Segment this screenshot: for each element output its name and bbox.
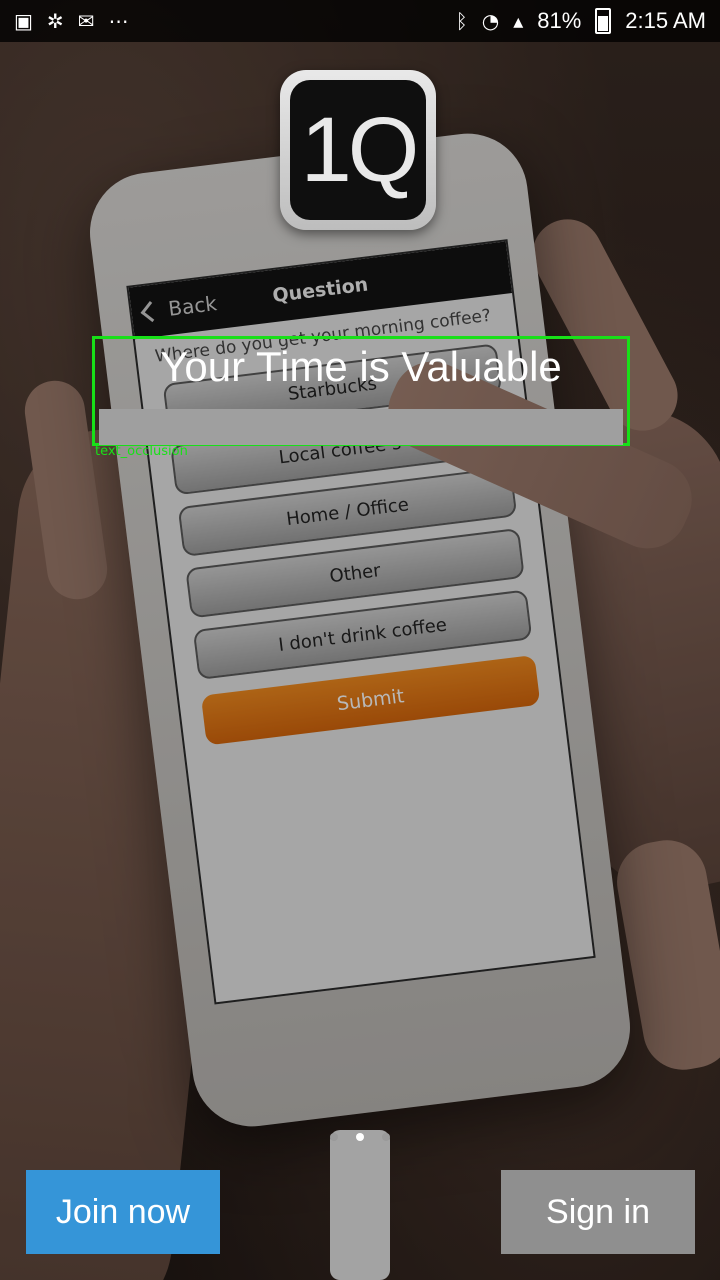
more-dots-icon: ⋯ (108, 9, 129, 33)
app-logo: 1Q (280, 70, 436, 230)
battery-percent: 81% (537, 8, 582, 33)
sign-in-button[interactable]: Sign in (501, 1170, 695, 1254)
logo-text: 1Q (290, 80, 426, 220)
image-icon: ▣ (14, 9, 33, 33)
text-occlusion-block (99, 409, 623, 445)
page-title: Your Time is Valuable (160, 343, 562, 390)
status-bar: ▣ ✲ ✉ ⋯ ᛒ ◔ ▴ 81% 2:15 AM (0, 0, 720, 42)
clock: 2:15 AM (625, 8, 706, 33)
page-dot[interactable] (382, 1133, 390, 1141)
gmail-icon: ✉ (77, 9, 95, 33)
status-left: ▣ ✲ ✉ ⋯ (14, 9, 128, 33)
status-right: ᛒ ◔ ▴ 81% 2:15 AM (456, 8, 706, 34)
fan-icon: ✲ (46, 9, 64, 33)
occlusion-label: text_occlusion (95, 444, 188, 459)
page-dot[interactable] (330, 1133, 338, 1141)
page-indicator (330, 1133, 390, 1141)
signal-icon: ▴ (513, 9, 524, 33)
battery-icon (595, 8, 612, 34)
headline-box: Your Time is Valuable (92, 336, 630, 446)
join-now-button[interactable]: Join now (26, 1170, 220, 1254)
page-dot-active[interactable] (356, 1133, 364, 1141)
bluetooth-icon: ᛒ (455, 9, 468, 33)
wifi-icon: ◔ (481, 9, 500, 33)
